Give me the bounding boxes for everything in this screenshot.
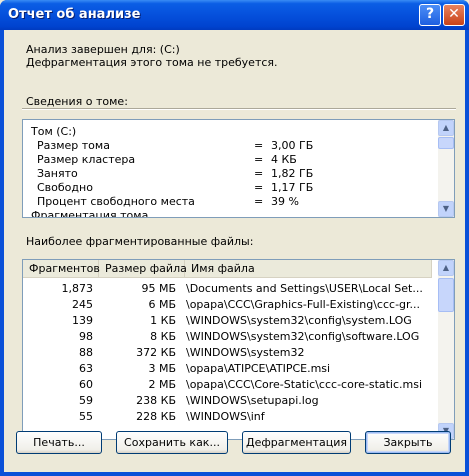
file-row[interactable]: 139 1 КБ \WINDOWS\system32\config\system.L… (23, 314, 432, 330)
file-row[interactable]: 63 3 МБ \opapa\ATIPCE\ATIPCE.msi (23, 362, 432, 378)
title-bar[interactable]: Отчет об анализе ? ✕ (0, 0, 469, 30)
volume-info-list[interactable]: Том (C:) Размер тома = 3,00 ГБ Размер клас… (22, 119, 455, 218)
close-icon: ✕ (448, 6, 460, 22)
file-row[interactable]: 245 6 МБ \opapa\CCC\Graphics-Full-Existing… (23, 298, 432, 314)
volume-scrollbar[interactable]: ▲ ▼ (438, 120, 454, 217)
files-scrollbar[interactable]: ▲ ▼ (438, 260, 454, 439)
divider (22, 108, 456, 110)
volume-row: Размер тома = 3,00 ГБ (37, 139, 314, 152)
scroll-thumb[interactable] (438, 137, 454, 149)
help-button[interactable]: ? (419, 4, 441, 26)
dialog-body: Анализ завершен для: (C:) Дефрагментация… (4, 30, 465, 472)
analysis-recommendation: Дефрагментация этого тома не требуется. (26, 56, 278, 69)
fragmented-files-list[interactable]: Фрагментов Размер файла Имя файла 1,873 9… (22, 259, 455, 440)
scroll-down-icon[interactable]: ▼ (438, 201, 454, 217)
files-header: Фрагментов Размер файла Имя файла (23, 260, 432, 278)
volume-info-label: Сведения о томе: (26, 95, 128, 108)
window-title: Отчет об анализе (8, 7, 141, 22)
report-window: Отчет об анализе ? ✕ Анализ завершен для… (0, 0, 469, 476)
scroll-thumb[interactable] (438, 278, 454, 312)
defragment-button[interactable]: Дефрагментация (242, 431, 351, 454)
file-row[interactable]: 98 8 КБ \WINDOWS\system32\config\software.… (23, 330, 432, 346)
scroll-up-icon[interactable]: ▲ (438, 260, 454, 276)
file-row[interactable]: 55 228 КБ \WINDOWS\inf (23, 410, 432, 426)
files-label: Наиболее фрагментированные файлы: (26, 235, 254, 248)
volume-row: Свободно = 1,17 ГБ (37, 181, 314, 194)
file-row[interactable]: 59 238 КБ \WINDOWS\setupapi.log (23, 394, 432, 410)
file-row[interactable]: 1,873 95 МБ \Documents and Settings\USER\L… (23, 282, 432, 298)
volume-row: Процент свободного места = 39 % (37, 195, 299, 208)
file-row[interactable]: 60 2 МБ \opapa\CCC\Core-Static\ccc-core-st… (23, 378, 432, 394)
column-name[interactable]: Имя файла (185, 260, 432, 278)
volume-root: Том (C:) (31, 125, 77, 138)
close-button[interactable]: Закрыть (365, 431, 451, 454)
analysis-status: Анализ завершен для: (C:) (26, 43, 180, 56)
column-fragments[interactable]: Фрагментов (23, 260, 100, 278)
volume-row: Размер кластера = 4 КБ (37, 153, 297, 166)
close-window-button[interactable]: ✕ (443, 4, 465, 26)
file-row[interactable]: 88 372 КБ \WINDOWS\system32 (23, 346, 432, 362)
column-size[interactable]: Размер файла (99, 260, 187, 278)
save-as-button[interactable]: Сохранить как... (116, 431, 228, 454)
help-icon: ? (425, 6, 435, 22)
print-button[interactable]: Печать... (16, 431, 102, 454)
volume-row: Занято = 1,82 ГБ (37, 167, 314, 180)
scroll-up-icon[interactable]: ▲ (438, 120, 454, 136)
volume-fragmentation: Фрагментация тома (31, 209, 149, 218)
